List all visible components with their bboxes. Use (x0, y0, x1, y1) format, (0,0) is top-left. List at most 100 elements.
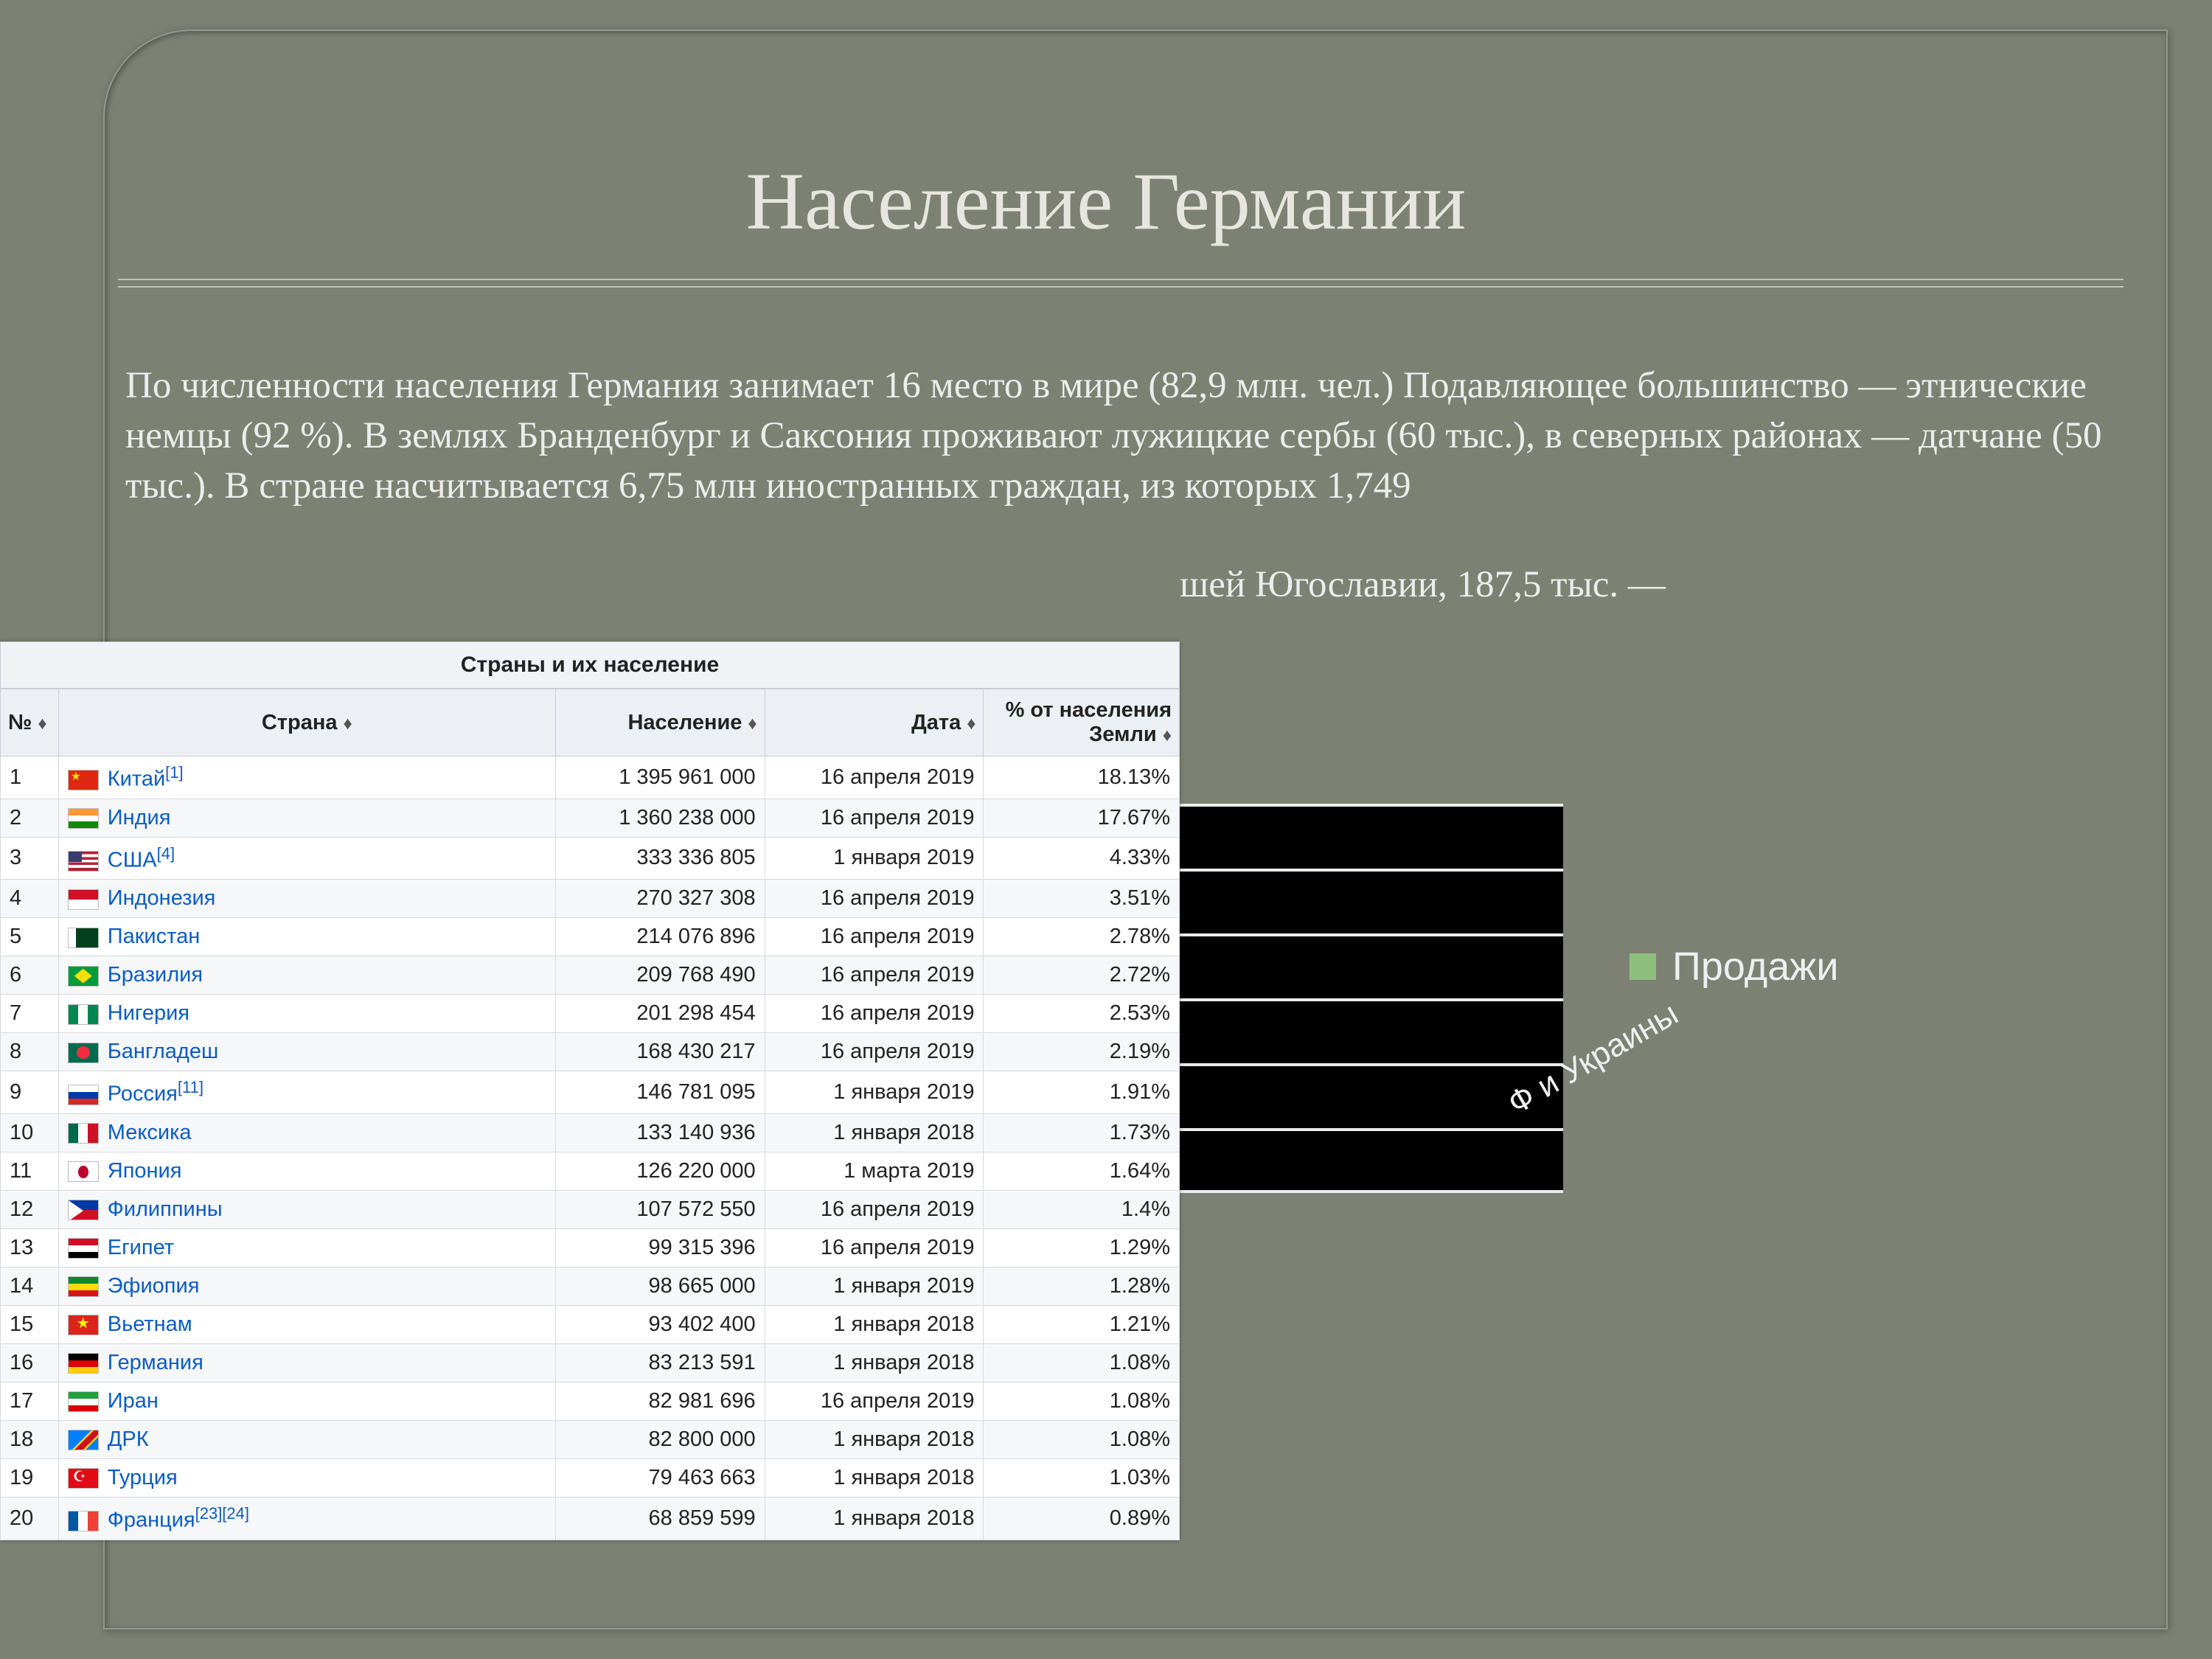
cell-country: Мексика (58, 1113, 555, 1152)
country-link[interactable]: Мексика (108, 1121, 192, 1144)
country-link[interactable]: ДРК (108, 1427, 149, 1451)
country-link[interactable]: США (108, 848, 157, 872)
col-header-date[interactable]: Дата♦ (765, 689, 984, 757)
cell-number: 4 (1, 880, 59, 918)
country-link[interactable]: Бангладеш (108, 1040, 218, 1063)
body-text-right-fragment: шей Югославии, 187,5 тыс. — (1180, 560, 1666, 611)
cell-country: Германия (58, 1343, 555, 1382)
cell-country: Египет (58, 1228, 555, 1267)
country-link[interactable]: Иран (108, 1389, 159, 1413)
cell-date: 1 января 2018 (765, 1420, 984, 1458)
cell-population: 68 859 599 (555, 1497, 765, 1540)
legend-swatch-icon (1630, 953, 1656, 980)
country-link[interactable]: Индия (108, 806, 171, 830)
cell-percent: 3.51% (984, 880, 1180, 918)
cell-percent: 2.53% (984, 995, 1180, 1033)
sort-icon: ♦ (1163, 726, 1172, 746)
sort-icon: ♦ (967, 714, 975, 734)
cell-date: 1 января 2019 (765, 837, 984, 880)
cell-population: 209 768 490 (555, 956, 765, 995)
country-link[interactable]: Франция (108, 1509, 195, 1532)
cell-number: 11 (1, 1152, 59, 1190)
cell-country: Япония (58, 1152, 555, 1190)
country-link[interactable]: Япония (108, 1159, 182, 1183)
table-caption: Страны и их население (0, 641, 1180, 689)
country-link[interactable]: Россия (108, 1082, 178, 1106)
country-link[interactable]: Нигерия (108, 1001, 189, 1025)
chart-bar (1150, 804, 1563, 869)
cell-percent: 4.33% (984, 837, 1180, 880)
table-row: 16Германия83 213 5911 января 20181.08% (1, 1343, 1180, 1382)
country-link[interactable]: Египет (108, 1236, 174, 1259)
reference-link[interactable]: [23][24] (195, 1504, 249, 1523)
sort-icon: ♦ (748, 714, 757, 734)
sort-icon: ♦ (343, 714, 352, 734)
cell-number: 5 (1, 918, 59, 956)
cell-percent: 1.08% (984, 1343, 1180, 1382)
cell-date: 16 апреля 2019 (765, 880, 984, 918)
cell-country: Иран (58, 1382, 555, 1420)
col-header-population[interactable]: Население♦ (555, 689, 765, 757)
country-link[interactable]: Филиппины (108, 1197, 223, 1221)
table-row: 8Бангладеш168 430 21716 апреля 20192.19% (1, 1033, 1180, 1071)
country-link[interactable]: Китай (108, 768, 165, 791)
cell-date: 1 января 2019 (765, 1267, 984, 1305)
reference-link[interactable]: [11] (178, 1078, 204, 1096)
cell-number: 13 (1, 1228, 59, 1267)
cell-percent: 1.91% (984, 1071, 1180, 1114)
flag-icon (68, 966, 99, 987)
table-row: 20Франция[23][24]68 859 5991 января 2018… (1, 1497, 1180, 1540)
table-row: 13Египет99 315 39616 апреля 20191.29% (1, 1228, 1180, 1267)
cell-percent: 2.19% (984, 1033, 1180, 1071)
cell-date: 16 апреля 2019 (765, 1228, 984, 1267)
cell-date: 16 апреля 2019 (765, 956, 984, 995)
cell-country: Китай[1] (58, 757, 555, 799)
table-row: 18ДРК82 800 0001 января 20181.08% (1, 1420, 1180, 1458)
flag-icon (68, 889, 99, 910)
cell-number: 1 (1, 757, 59, 799)
body-text-main: По численности населения Германия занима… (125, 365, 2102, 507)
cell-country: Эфиопия (58, 1267, 555, 1305)
country-link[interactable]: Бразилия (108, 963, 203, 987)
cell-percent: 1.64% (984, 1152, 1180, 1190)
cell-country: Бангладеш (58, 1033, 555, 1071)
flag-icon (68, 1085, 99, 1105)
population-table-wrap: Страны и их население №♦ Страна♦ Населен… (0, 641, 1180, 1540)
reference-link[interactable]: [4] (157, 844, 175, 863)
cell-country: Индонезия (58, 880, 555, 918)
table-row: 17Иран82 981 69616 апреля 20191.08% (1, 1382, 1180, 1420)
cell-country: Пакистан (58, 918, 555, 956)
col-header-country[interactable]: Страна♦ (58, 689, 555, 757)
country-link[interactable]: Эфиопия (108, 1274, 200, 1298)
cell-percent: 1.4% (984, 1190, 1180, 1228)
cell-date: 1 января 2018 (765, 1458, 984, 1497)
col-header-percent[interactable]: % от населения Земли♦ (984, 689, 1180, 757)
flag-icon (68, 1276, 99, 1297)
country-link[interactable]: Турция (108, 1466, 178, 1489)
cell-number: 2 (1, 799, 59, 837)
cell-number: 19 (1, 1458, 59, 1497)
country-link[interactable]: Пакистан (108, 925, 200, 948)
cell-percent: 1.03% (984, 1458, 1180, 1497)
cell-population: 270 327 308 (555, 880, 765, 918)
cell-population: 99 315 396 (555, 1228, 765, 1267)
cell-country: Бразилия (58, 956, 555, 995)
country-link[interactable]: Вьетнам (108, 1312, 192, 1336)
col-header-number[interactable]: №♦ (1, 689, 59, 757)
cell-percent: 1.08% (984, 1420, 1180, 1458)
reference-link[interactable]: [1] (165, 763, 183, 782)
cell-percent: 1.21% (984, 1305, 1180, 1343)
cell-population: 201 298 454 (555, 995, 765, 1033)
cell-population: 93 402 400 (555, 1305, 765, 1343)
chart-bar (1150, 933, 1563, 998)
cell-number: 16 (1, 1343, 59, 1382)
cell-number: 10 (1, 1113, 59, 1152)
cell-date: 1 января 2018 (765, 1497, 984, 1540)
country-link[interactable]: Индонезия (108, 886, 216, 910)
cell-country: Индия (58, 799, 555, 837)
table-row: 10Мексика133 140 9361 января 20181.73% (1, 1113, 1180, 1152)
cell-number: 18 (1, 1420, 59, 1458)
cell-population: 1 395 961 000 (555, 757, 765, 799)
country-link[interactable]: Германия (108, 1351, 204, 1374)
cell-population: 107 572 550 (555, 1190, 765, 1228)
